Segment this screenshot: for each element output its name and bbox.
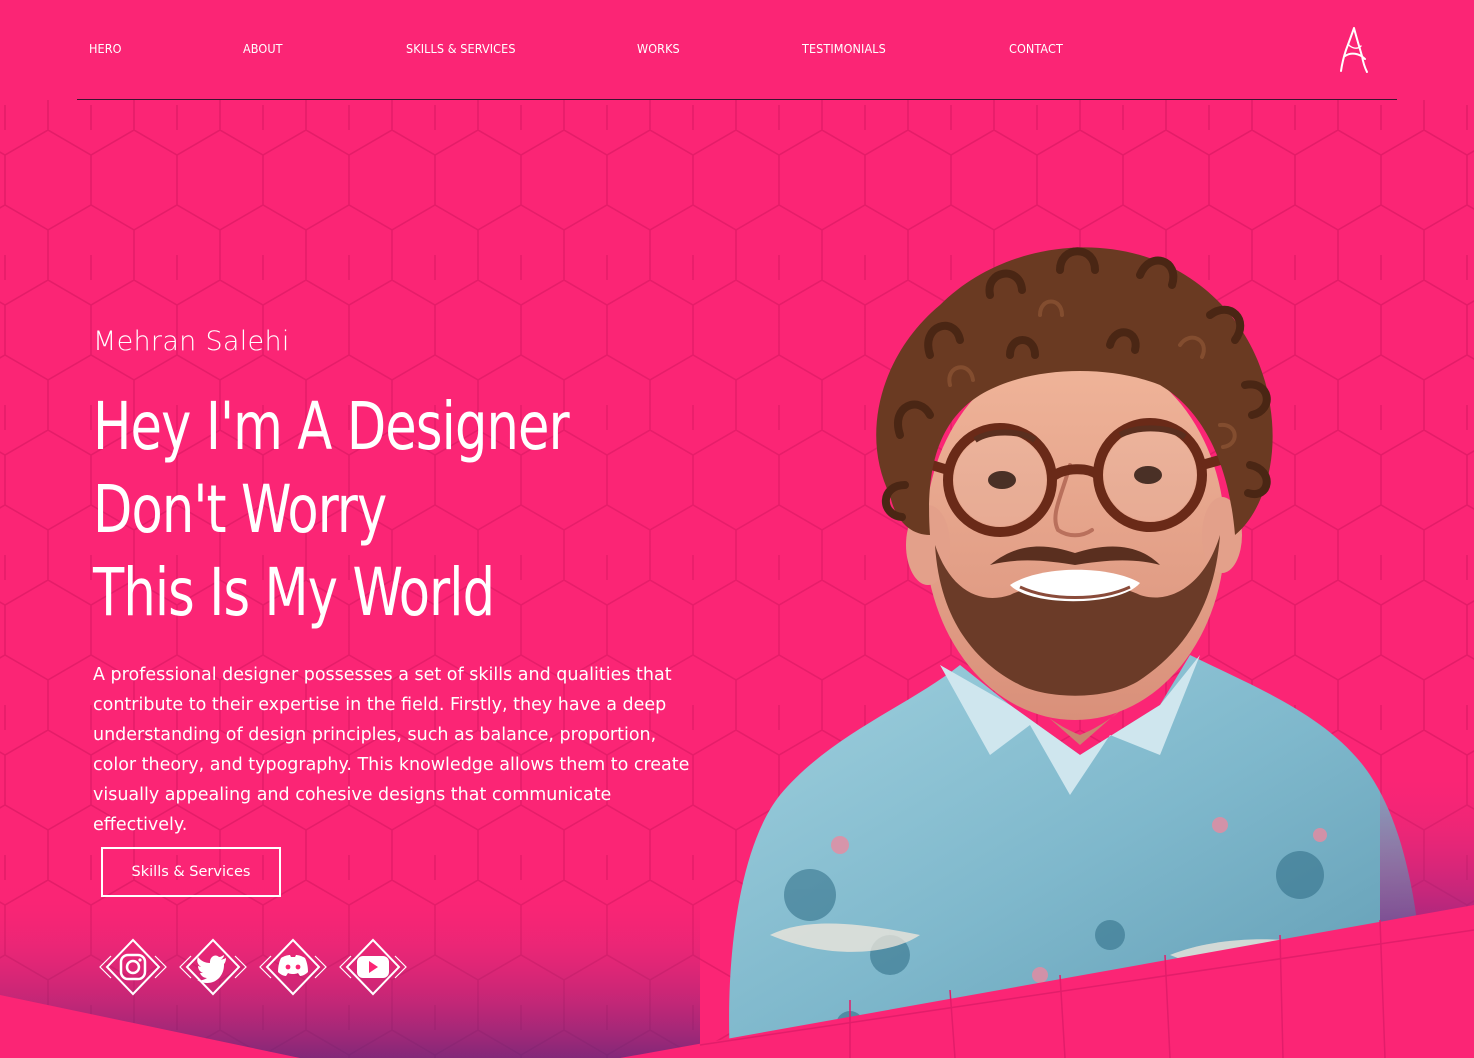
nav-link-works[interactable]: WORKS [637, 41, 680, 56]
instagram-icon[interactable] [99, 938, 167, 996]
nav-link-hero[interactable]: HERO [89, 41, 122, 56]
portrait-photo [729, 247, 1425, 1058]
hero-name: Mehran Salehi [93, 326, 290, 357]
skills-services-button[interactable]: Skills & Services [101, 847, 281, 897]
discord-icon[interactable] [259, 938, 327, 996]
hero-title-line: This Is My World [93, 554, 495, 631]
nav-link-contact[interactable]: CONTACT [1009, 41, 1063, 56]
nav-link-about[interactable]: ABOUT [243, 41, 283, 56]
hero-description: A professional designer possesses a set … [93, 665, 690, 835]
nav-link-skills-services[interactable]: SKILLS & SERVICES [406, 41, 516, 56]
hero-title: Hey I'm A Designer Don't Worry This Is M… [93, 385, 570, 634]
a-monogram-logo-icon[interactable] [1339, 26, 1369, 74]
twitter-icon[interactable] [179, 938, 247, 996]
site-header: HERO ABOUT SKILLS & SERVICES WORKS TESTI… [77, 0, 1397, 100]
hero-title-line: Don't Worry [93, 471, 387, 548]
nav-link-testimonials[interactable]: TESTIMONIALS [802, 41, 886, 56]
youtube-icon[interactable] [339, 938, 407, 996]
hero-title-line: Hey I'm A Designer [93, 388, 570, 465]
